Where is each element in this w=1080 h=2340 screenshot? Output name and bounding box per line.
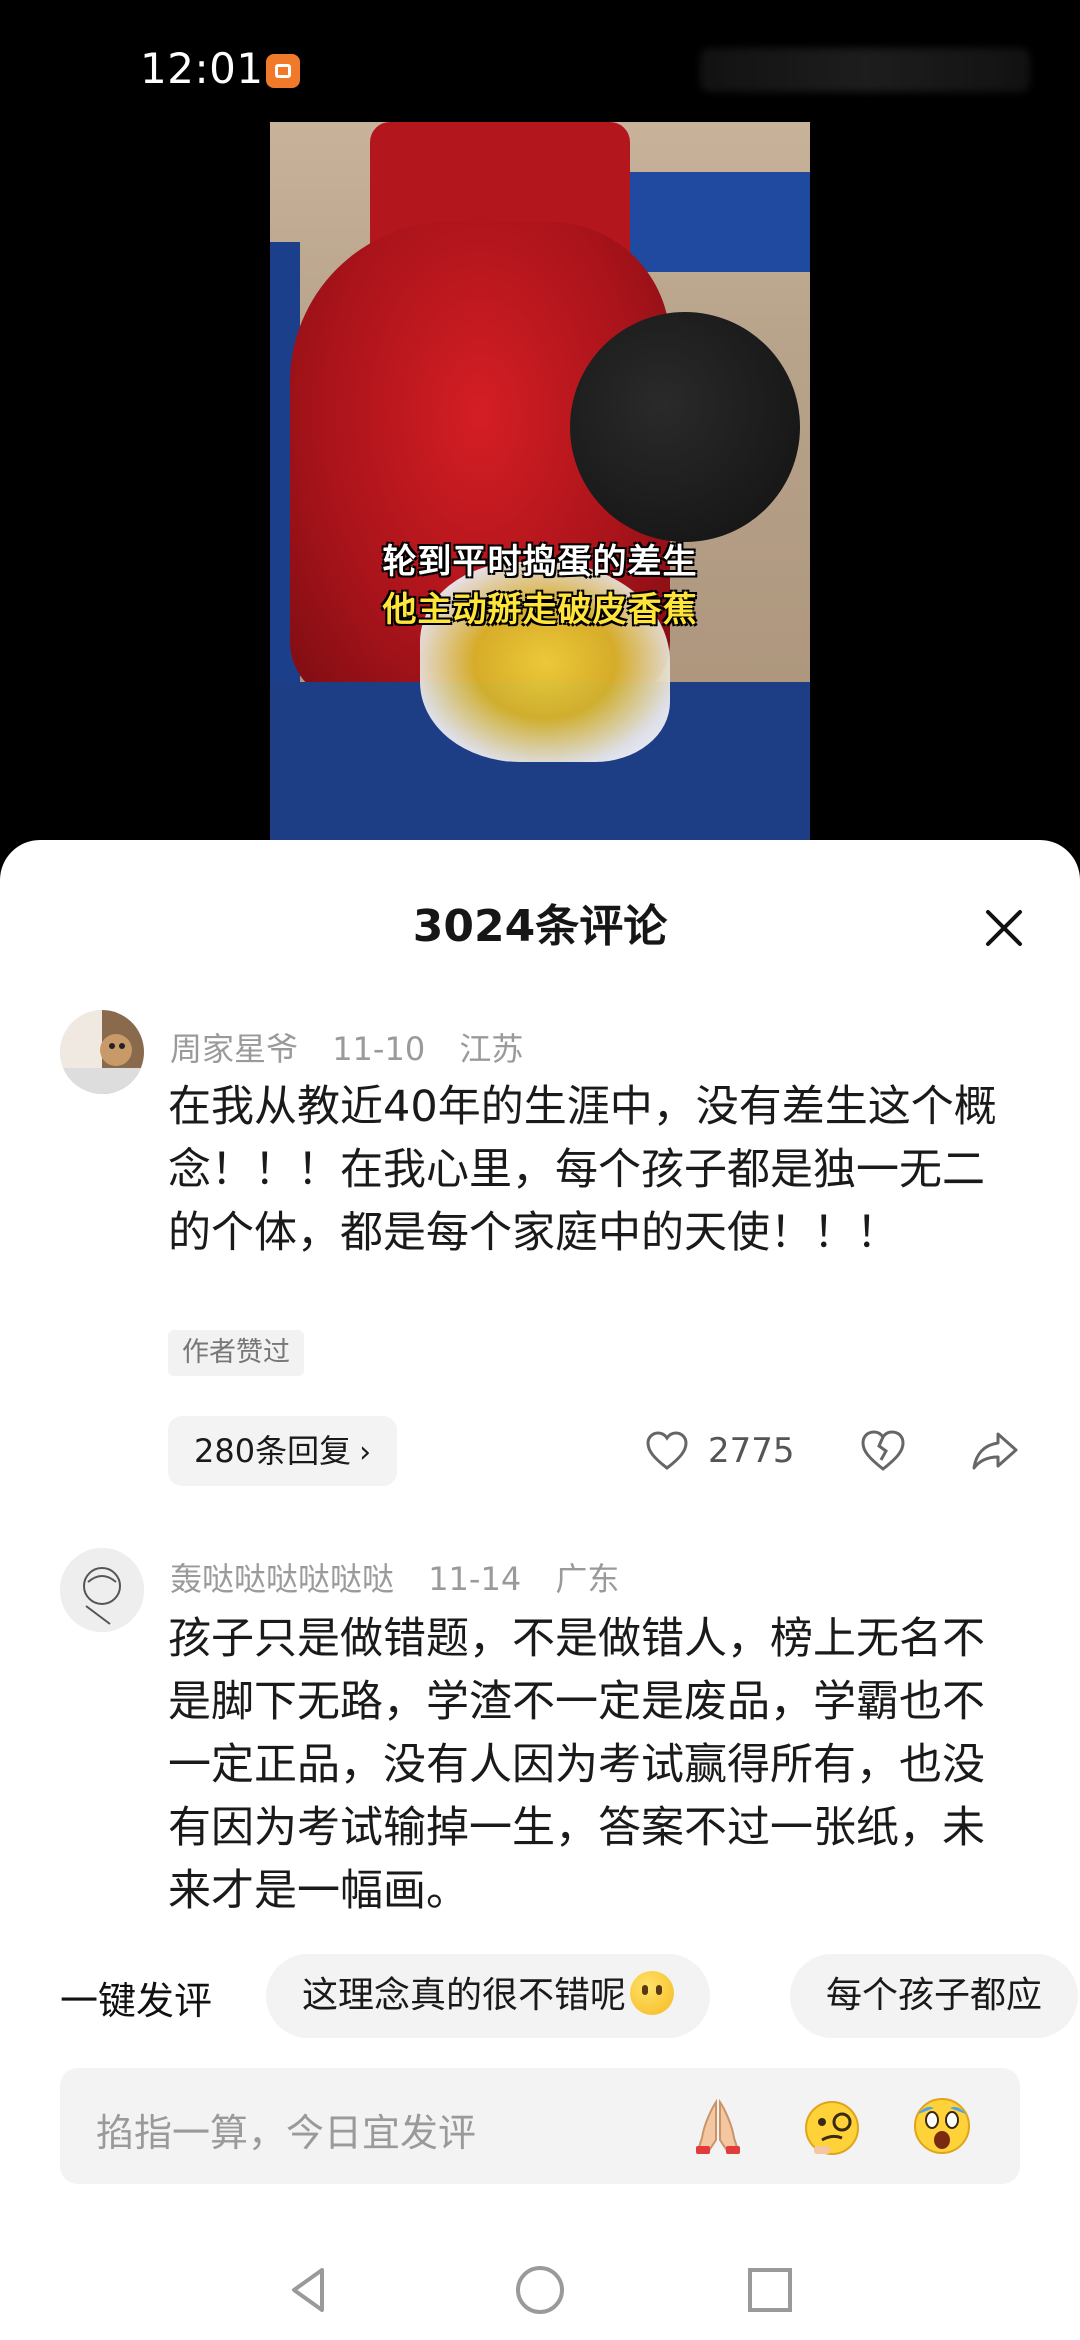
home-button[interactable]: [510, 2260, 570, 2320]
comments-title: 3024条评论: [412, 901, 668, 952]
screaming-face-icon: [914, 2098, 970, 2154]
smile-emoji-icon: [630, 1971, 675, 2015]
notification-app-icon: [266, 54, 300, 88]
share-arrow-icon: [972, 1432, 1018, 1470]
share-button[interactable]: [970, 1426, 1020, 1476]
like-count: 2775: [708, 1431, 795, 1471]
comment-author[interactable]: 周家星爷: [170, 1030, 298, 1068]
status-indicators: [700, 48, 1030, 92]
comment-text[interactable]: 孩子只是做错题，不是做错人，榜上无名不是脚下无路，学渣不一定是废品，学霸也不一定…: [168, 1608, 1008, 1923]
author-liked-badge: 作者赞过: [168, 1330, 304, 1376]
quick-comment-chip-text: 这理念真的很不错呢: [302, 1975, 627, 2016]
comments-sheet: 3024条评论 周家星爷 11-10 江苏 在我从教近40年的生涯中，没有差生这…: [0, 840, 1080, 2340]
comment-author[interactable]: 轰哒哒哒哒哒哒: [170, 1560, 394, 1598]
video-caption-line-1: 轮到平时捣蛋的差生: [382, 542, 698, 582]
video-player[interactable]: 轮到平时捣蛋的差生 他主动掰走破皮香蕉: [270, 122, 810, 842]
comment-item: 周家星爷 11-10 江苏 在我从教近40年的生涯中，没有差生这个概念！！！在我…: [0, 1010, 1080, 1510]
status-time: 12:01: [140, 44, 264, 93]
heart-icon: [646, 1431, 688, 1470]
video-caption-line-2: 他主动掰走破皮香蕉: [382, 590, 698, 630]
comment-meta: 轰哒哒哒哒哒哒 11-14 广东: [170, 1554, 643, 1600]
comment-date: 11-10: [332, 1030, 426, 1068]
praying-hands-emoji-button[interactable]: [686, 2094, 750, 2158]
close-icon: [986, 910, 1022, 946]
praying-hands-icon: [696, 2098, 740, 2154]
system-nav-bar: [0, 2240, 1080, 2340]
replies-label: 280条回复: [194, 1432, 352, 1470]
avatar[interactable]: [60, 1548, 144, 1632]
back-icon: [292, 2268, 324, 2312]
back-button[interactable]: [280, 2260, 340, 2320]
quick-comment-chip[interactable]: 这理念真的很不错呢: [266, 1954, 711, 2038]
comment-input[interactable]: 掐指一算，今日宜发评: [60, 2068, 1020, 2184]
comment-location: 江苏: [459, 1030, 524, 1068]
comment-input-placeholder: 掐指一算，今日宜发评: [96, 2111, 477, 2155]
comment-date: 11-14: [428, 1560, 522, 1598]
quick-comment-label: 一键发评: [60, 1979, 213, 2023]
recents-button[interactable]: [740, 2260, 800, 2320]
quick-comment-chip[interactable]: 每个孩子都应: [790, 1954, 1079, 2038]
comment-location: 广东: [555, 1560, 620, 1598]
like-button[interactable]: 2775: [644, 1416, 795, 1486]
recents-icon: [748, 2268, 792, 2312]
monocle-face-icon: [805, 2101, 859, 2155]
avatar[interactable]: [60, 1010, 144, 1094]
smirking-emoji-button[interactable]: [800, 2094, 864, 2158]
home-icon: [516, 2266, 564, 2314]
comment-text[interactable]: 在我从教近40年的生涯中，没有差生这个概念！！！在我心里，每个孩子都是独一无二的…: [168, 1076, 1008, 1265]
screaming-emoji-button[interactable]: [910, 2094, 974, 2158]
chevron-right-icon: ›: [359, 1435, 372, 1470]
quick-comment-chip-text: 每个孩子都应: [826, 1975, 1043, 2016]
video-scene-desk: [610, 172, 810, 272]
quick-comment-row: 一键发评 这理念真的很不错呢 每个孩子都应: [0, 1954, 1080, 2040]
broken-heart-icon: [861, 1430, 905, 1471]
dislike-button[interactable]: [858, 1426, 908, 1476]
comment-item: 轰哒哒哒哒哒哒 11-14 广东 孩子只是做错题，不是做错人，榜上无名不是脚下无…: [0, 1548, 1080, 1968]
video-scene-head: [570, 312, 800, 542]
view-replies-button[interactable]: 280条回复 ›: [168, 1416, 398, 1486]
status-bar: 12:01: [0, 0, 1080, 120]
comment-meta: 周家星爷 11-10 江苏: [170, 1024, 547, 1070]
close-button[interactable]: [982, 906, 1026, 950]
